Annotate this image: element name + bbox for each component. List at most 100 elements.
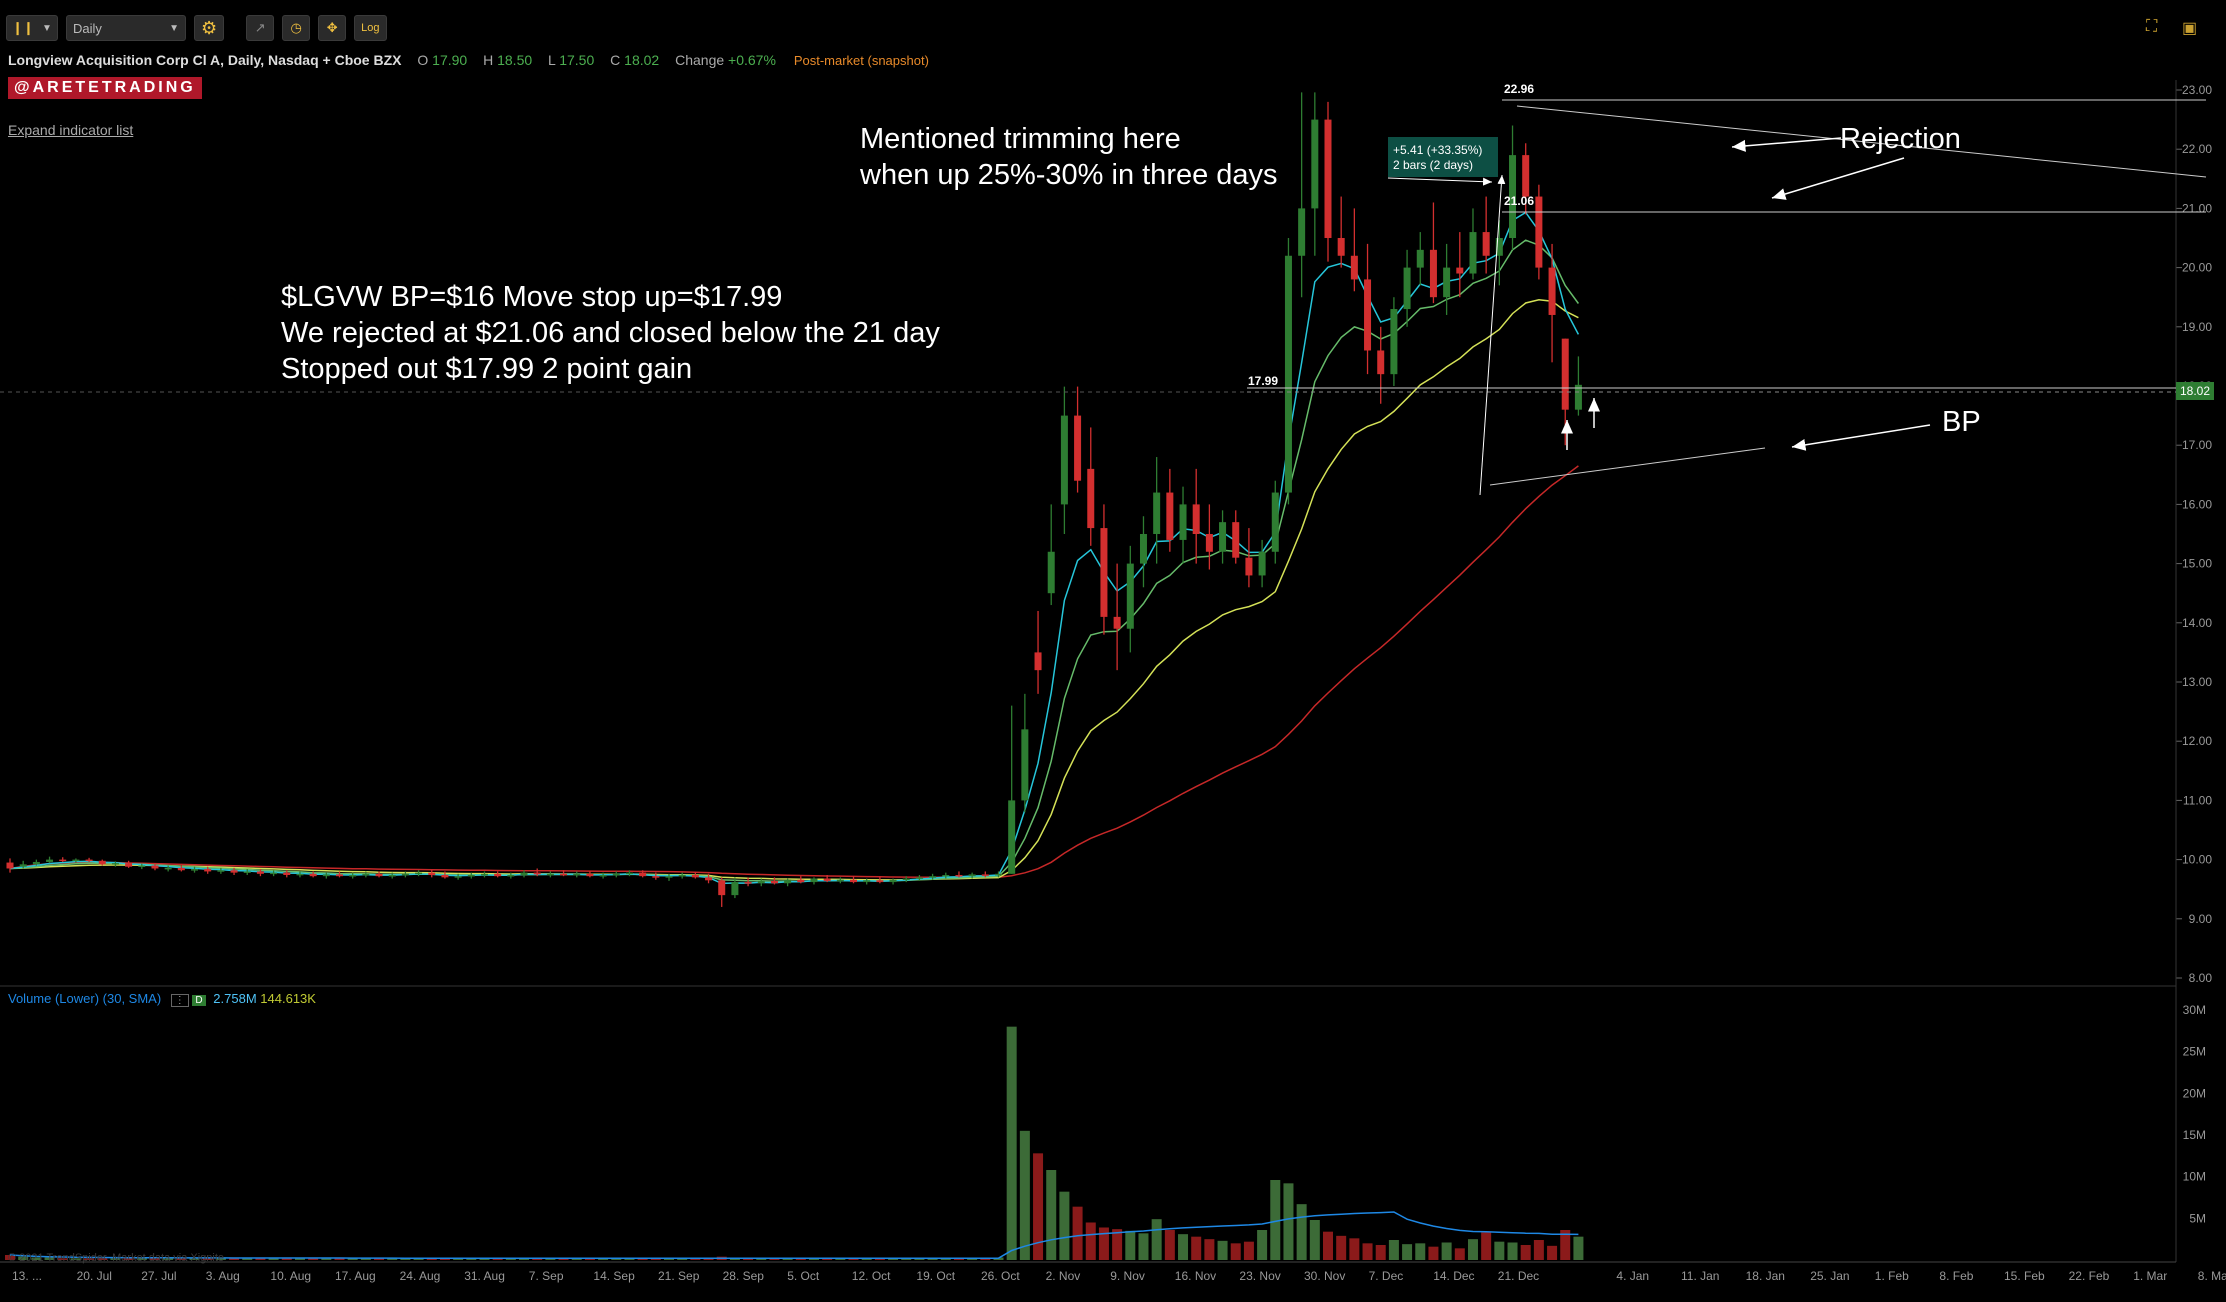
measure-line2: 2 bars (2 days) xyxy=(1393,158,1473,172)
volume-bar xyxy=(1243,1241,1254,1260)
volume-label[interactable]: Volume (Lower) (30, SMA) xyxy=(8,991,161,1006)
candle-body xyxy=(599,874,607,877)
date-label: 26. Oct xyxy=(981,1269,1020,1283)
candle-body xyxy=(191,869,199,871)
measure-line1: +5.41 (+33.35%) xyxy=(1393,143,1482,157)
candle-body xyxy=(1047,551,1055,594)
candle-body xyxy=(520,872,528,875)
candle-body xyxy=(968,874,976,877)
interval-select[interactable]: Daily ▼ xyxy=(66,15,186,41)
candle-body xyxy=(665,876,673,878)
chevron-down-icon: ▼ xyxy=(169,22,179,34)
date-label: 1. Feb xyxy=(1875,1269,1909,1283)
candle-body xyxy=(1166,492,1174,540)
more-icon[interactable]: ⋮ xyxy=(170,994,189,1007)
candle-body xyxy=(1337,238,1345,256)
low-value: 17.50 xyxy=(559,52,595,68)
candle-body xyxy=(731,882,739,896)
date-label: 27. Jul xyxy=(141,1269,176,1283)
expand-indicator-link[interactable]: Expand indicator list xyxy=(8,122,133,138)
candle-body xyxy=(1139,534,1147,564)
candle-body xyxy=(1416,249,1424,268)
volume-bar xyxy=(1336,1235,1347,1260)
candle-body xyxy=(1245,557,1253,576)
crosshair-button[interactable]: ✥ xyxy=(318,15,347,41)
candle-body xyxy=(1205,534,1213,552)
drawing-button[interactable]: ↗ xyxy=(246,15,275,41)
candle-body xyxy=(915,877,923,879)
volume-bar xyxy=(1178,1234,1189,1260)
volume-bar xyxy=(1112,1229,1123,1260)
candle-body xyxy=(1271,492,1279,552)
date-label: 24. Aug xyxy=(400,1269,441,1283)
note-line1: $LGVW BP=$16 Move stop up=$17.99 xyxy=(281,281,782,313)
date-label: 7. Sep xyxy=(529,1269,564,1283)
candle-body xyxy=(784,879,792,884)
candle-body xyxy=(362,873,370,876)
candle-body xyxy=(164,867,172,870)
d-badge[interactable]: D xyxy=(192,995,206,1006)
close-label: C xyxy=(610,52,621,68)
candle-body xyxy=(823,878,831,881)
high-label: H xyxy=(483,52,494,68)
candle-body xyxy=(1390,309,1398,375)
candle-body xyxy=(1469,232,1477,274)
date-label: 1. Mar xyxy=(2133,1269,2167,1283)
clock-button[interactable]: ◷ xyxy=(282,15,311,41)
candle-body xyxy=(204,869,212,872)
symbol-title: Longview Acquisition Corp Cl A, Daily, N… xyxy=(8,52,402,68)
date-label: 8. Feb xyxy=(1939,1269,1973,1283)
candle-body xyxy=(546,873,554,876)
volume-bar xyxy=(1138,1233,1149,1260)
date-label: 2. Nov xyxy=(1046,1269,1081,1283)
price-chart[interactable]: 23.0022.0021.0020.0019.0018.0017.0016.00… xyxy=(0,0,2226,1297)
candle-body xyxy=(1535,196,1543,268)
price-tick-label: 10.00 xyxy=(2182,853,2212,867)
volume-bar xyxy=(1547,1245,1558,1260)
volume-bar xyxy=(1283,1183,1294,1260)
price-tick-label: 12.00 xyxy=(2182,734,2212,748)
volume-bar xyxy=(1362,1243,1373,1260)
level-stop-label: 17.99 xyxy=(1248,374,1278,388)
date-label: 17. Aug xyxy=(335,1269,376,1283)
candle-body xyxy=(1377,350,1385,375)
chart-stage[interactable]: 23.0022.0021.0020.0019.0018.0017.0016.00… xyxy=(0,0,2226,1297)
candle-body xyxy=(560,873,568,876)
log-scale-button[interactable]: Log xyxy=(354,15,387,41)
volume-tick-label: 20M xyxy=(2183,1086,2206,1100)
volume-bar xyxy=(1257,1230,1268,1260)
symbol-header: Longview Acquisition Corp Cl A, Daily, N… xyxy=(8,52,929,68)
open-label: O xyxy=(417,52,429,68)
candle-body xyxy=(1429,249,1437,298)
candle-body xyxy=(441,874,449,878)
candle-body xyxy=(507,874,515,877)
candle-body xyxy=(6,862,14,869)
candle-body xyxy=(1311,119,1319,209)
volume-bar xyxy=(1204,1239,1215,1260)
settings-button[interactable]: ⚙ xyxy=(194,15,225,41)
date-label: 21. Dec xyxy=(1498,1269,1539,1283)
candle-body xyxy=(401,873,409,876)
volume-bar xyxy=(1296,1204,1307,1260)
watermark: © 2021 TrendSpider. Market data via Xign… xyxy=(8,1252,224,1264)
camera-icon[interactable]: ▣ xyxy=(2182,18,2197,38)
fullscreen-icon[interactable]: ⛶ xyxy=(2146,18,2157,36)
date-label: 19. Oct xyxy=(916,1269,955,1283)
candle-body xyxy=(1561,338,1569,410)
candle-body xyxy=(480,873,488,876)
candle-body xyxy=(494,873,502,877)
candle-body xyxy=(1482,232,1490,256)
candle-body xyxy=(151,865,159,869)
volume-bar xyxy=(1230,1243,1241,1260)
date-label: 30. Nov xyxy=(1304,1269,1345,1283)
candle-body xyxy=(256,871,264,874)
chart-style-button[interactable]: ❙❙ ▼ xyxy=(6,15,58,41)
candle-body xyxy=(1364,279,1372,351)
rejection-label: Rejection xyxy=(1840,123,1961,155)
volume-bar xyxy=(1441,1242,1452,1260)
date-label: 12. Oct xyxy=(852,1269,891,1283)
date-label: 11. Jan xyxy=(1681,1269,1719,1283)
candle-body xyxy=(1034,652,1042,671)
candle-body xyxy=(1298,208,1306,256)
volume-tick-label: 30M xyxy=(2183,1003,2206,1017)
